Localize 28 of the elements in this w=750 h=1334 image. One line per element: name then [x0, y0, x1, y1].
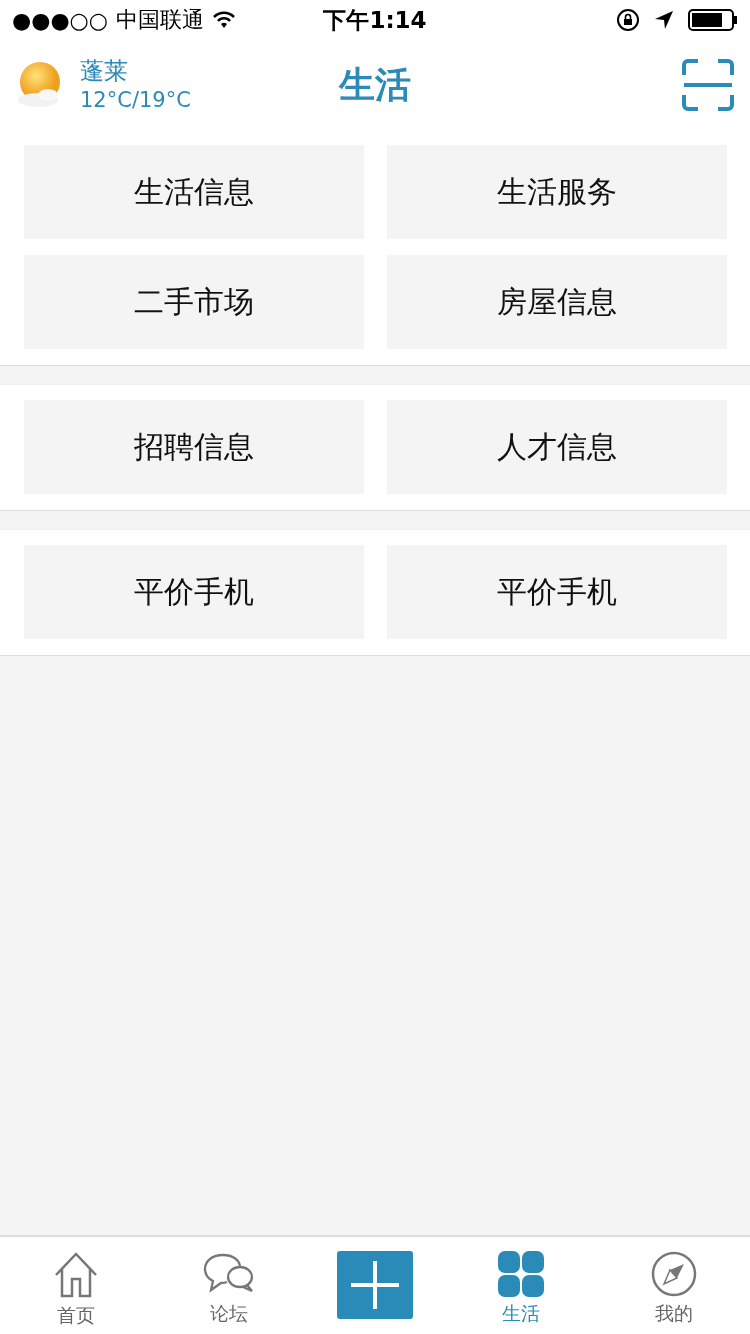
location-arrow-icon	[654, 10, 674, 30]
category-button[interactable]: 生活服务	[387, 145, 727, 239]
page-title: 生活	[339, 62, 411, 107]
tab-item[interactable]: 我的	[597, 1237, 750, 1334]
plus-icon	[351, 1261, 399, 1309]
category-button[interactable]: 人才信息	[387, 400, 727, 494]
carrier-name: 中国联通	[116, 6, 204, 34]
rotation-lock-icon	[616, 8, 640, 32]
tab-item[interactable]: 论坛	[152, 1237, 305, 1334]
scan-icon[interactable]	[682, 59, 734, 111]
category-button[interactable]: 生活信息	[24, 145, 364, 239]
signal-dots: ●●●○○	[12, 7, 108, 33]
category-button[interactable]: 招聘信息	[24, 400, 364, 494]
temperature-range: 12°C/19°C	[80, 87, 191, 114]
tab-item[interactable]: 首页	[0, 1237, 153, 1334]
clock-time: 下午1:14	[323, 6, 427, 33]
battery-icon	[688, 9, 738, 31]
compass-icon	[650, 1251, 697, 1297]
city-name: 蓬莱	[80, 56, 129, 86]
tab-item[interactable]: 生活	[445, 1237, 598, 1334]
category-button[interactable]: 平价手机	[24, 545, 364, 639]
home-icon	[53, 1251, 100, 1299]
category-button[interactable]: 二手市场	[24, 255, 364, 349]
wifi-icon	[212, 11, 236, 29]
add-button[interactable]	[337, 1251, 413, 1319]
category-button[interactable]: 房屋信息	[387, 255, 727, 349]
category-button[interactable]: 平价手机	[387, 545, 727, 639]
four-squares-icon	[498, 1251, 545, 1297]
